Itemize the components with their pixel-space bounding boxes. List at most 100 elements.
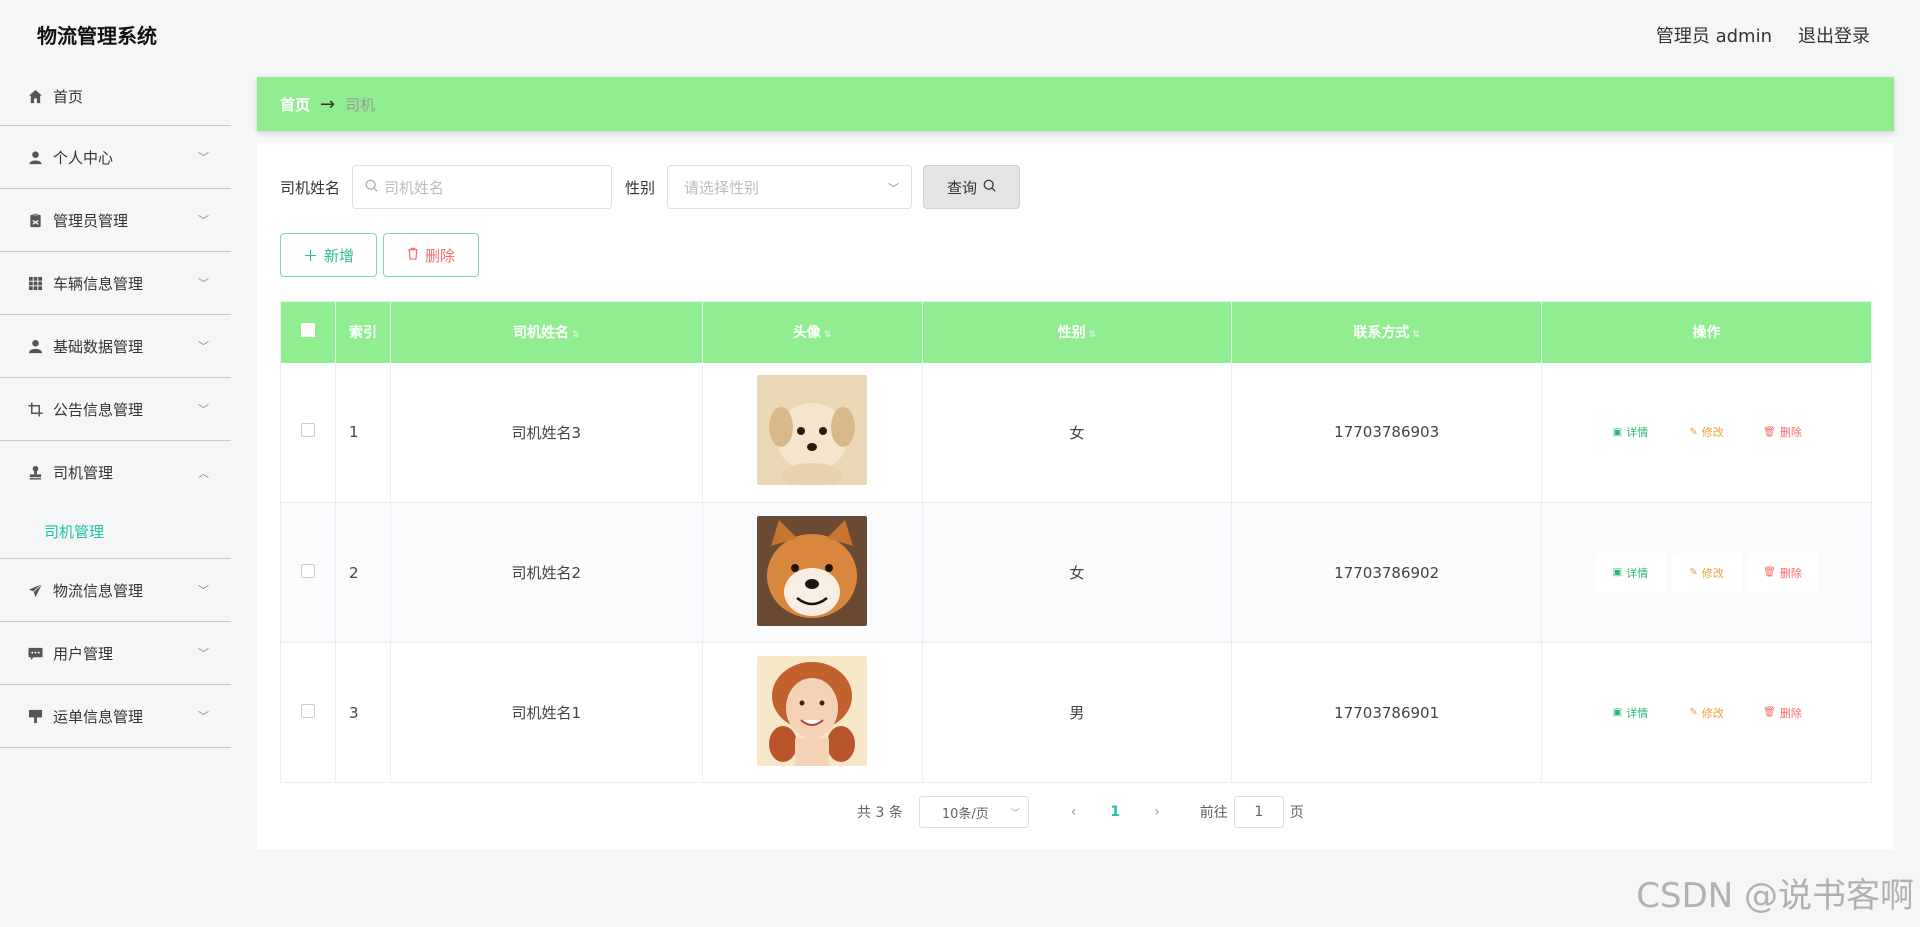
header-sex[interactable]: 性别 ⇅ bbox=[922, 301, 1233, 363]
goto-prefix: 前往 bbox=[1199, 805, 1228, 821]
add-button[interactable]: ＋ 新增 bbox=[280, 233, 377, 277]
chevron-down-icon: ﹀ bbox=[198, 647, 209, 660]
detail-button[interactable]: ▣ 详情 bbox=[1596, 412, 1666, 452]
add-button-label: 新增 bbox=[324, 246, 355, 265]
search-form: 司机姓名 司机姓名 性别 请选择性别 ﹀ 查询 bbox=[280, 165, 1021, 209]
puppy-photo[interactable] bbox=[757, 375, 868, 488]
sort-icon[interactable]: ⇅ bbox=[1089, 330, 1097, 340]
row-checkbox[interactable] bbox=[300, 563, 315, 578]
detail-button[interactable]: ▣ 详情 bbox=[1595, 552, 1666, 593]
row-ops: ▣ 详情 ✎ 修改 🗑 删除 bbox=[1541, 502, 1872, 643]
sidebar: 首页 个人中心 ﹀ 管理员管理 ﹀ 车辆信息管理 ﹀ 基础数据管理 ﹀ 公告信息… bbox=[0, 68, 231, 927]
document-icon: ▣ bbox=[1612, 567, 1623, 578]
sidebar-item-waybill[interactable]: 运单信息管理 ﹀ bbox=[0, 685, 231, 748]
chevron-down-icon: ﹀ bbox=[888, 182, 900, 195]
sidebar-item-basedata[interactable]: 基础数据管理 ﹀ bbox=[0, 315, 231, 378]
sidebar-item-label: 管理员管理 bbox=[53, 211, 129, 230]
row-phone: 17703786901 bbox=[1231, 642, 1543, 783]
table-header-row: 索引 司机姓名 ⇅ 头像 ⇅ 性别 ⇅ 联系方式 ⇅ 操作 bbox=[280, 301, 1872, 363]
goto-page-input[interactable]: 1 bbox=[1233, 796, 1284, 828]
row-avatar-cell bbox=[702, 502, 923, 643]
batch-delete-button[interactable]: 删除 bbox=[383, 233, 479, 277]
delete-button[interactable]: 🗑 删除 bbox=[1747, 552, 1818, 593]
sidebar-item-label: 用户管理 bbox=[53, 644, 114, 663]
header-phone[interactable]: 联系方式 ⇅ bbox=[1231, 301, 1543, 363]
edit-button[interactable]: ✎ 修改 bbox=[1672, 412, 1742, 452]
header-name[interactable]: 司机姓名 ⇅ bbox=[390, 301, 703, 363]
sidebar-item-label: 基础数据管理 bbox=[53, 337, 144, 356]
chevron-down-icon: ﹀ bbox=[198, 277, 209, 290]
plus-icon: ＋ bbox=[302, 246, 318, 265]
delete-label: 删除 bbox=[1779, 706, 1802, 720]
query-button[interactable]: 查询 bbox=[923, 165, 1021, 209]
sidebar-item-personal[interactable]: 个人中心 ﹀ bbox=[0, 126, 231, 189]
sex-select-placeholder: 请选择性别 bbox=[684, 178, 760, 197]
admin-label[interactable]: 管理员 admin bbox=[1656, 22, 1772, 48]
header-name-label: 司机姓名 bbox=[513, 325, 569, 342]
pencil-icon: ✎ bbox=[1689, 707, 1698, 718]
row-sex: 男 bbox=[922, 642, 1233, 783]
table-row: 3 司机姓名1 男 17703786901 ▣ 详情 ✎ 修改 🗑 删除 bbox=[280, 642, 1872, 783]
row-checkbox[interactable] bbox=[300, 423, 315, 438]
delete-label: 删除 bbox=[1779, 566, 1802, 580]
pagination-total: 共 3 条 bbox=[857, 805, 903, 821]
breadcrumb: 首页 → 司机 bbox=[257, 77, 1894, 131]
woman-photo[interactable] bbox=[757, 655, 868, 766]
sidebar-group-driver: 司机管理 ︿ 司机管理 bbox=[0, 441, 231, 559]
logout-button[interactable]: 退出登录 bbox=[1798, 22, 1870, 48]
row-checkbox[interactable] bbox=[300, 703, 315, 718]
delete-button[interactable]: 🗑 删除 bbox=[1748, 693, 1818, 733]
sort-icon[interactable]: ⇅ bbox=[572, 330, 580, 340]
sidebar-item-logistics[interactable]: 物流信息管理 ﹀ bbox=[0, 559, 231, 622]
easel-icon bbox=[27, 708, 43, 724]
chevron-down-icon: ﹀ bbox=[198, 710, 209, 723]
select-all-checkbox[interactable] bbox=[300, 323, 315, 338]
chevron-down-icon: ﹀ bbox=[198, 340, 209, 353]
sidebar-item-notice[interactable]: 公告信息管理 ﹀ bbox=[0, 378, 231, 441]
row-name: 司机姓名1 bbox=[390, 642, 703, 783]
document-icon: ▣ bbox=[1612, 707, 1623, 718]
sidebar-item-admin[interactable]: 管理员管理 ﹀ bbox=[0, 189, 231, 252]
sidebar-item-driver[interactable]: 司机管理 ︿ bbox=[0, 441, 231, 504]
sidebar-item-users[interactable]: 用户管理 ﹀ bbox=[0, 622, 231, 685]
grid-icon bbox=[27, 275, 43, 291]
header-avatar-label: 头像 bbox=[792, 325, 821, 342]
prev-page-button[interactable]: ‹ bbox=[1071, 804, 1077, 820]
sidebar-item-label: 首页 bbox=[53, 88, 84, 106]
driver-name-placeholder: 司机姓名 bbox=[384, 178, 445, 197]
page-number-current[interactable]: 1 bbox=[1110, 804, 1120, 820]
row-index: 2 bbox=[335, 502, 391, 643]
chevron-down-icon: ﹀ bbox=[198, 584, 209, 597]
next-page-button[interactable]: › bbox=[1154, 804, 1160, 820]
detail-button[interactable]: ▣ 详情 bbox=[1596, 693, 1666, 733]
sidebar-item-home[interactable]: 首页 bbox=[0, 68, 231, 126]
sex-select[interactable]: 请选择性别 ﹀ bbox=[667, 165, 913, 209]
person-icon bbox=[27, 338, 43, 354]
driver-name-input[interactable]: 司机姓名 bbox=[352, 165, 613, 209]
header-avatar[interactable]: 头像 ⇅ bbox=[702, 301, 923, 363]
search-icon bbox=[983, 179, 996, 196]
header-select-all[interactable] bbox=[280, 301, 336, 363]
sidebar-item-label: 公告信息管理 bbox=[53, 400, 144, 419]
trash-icon: 🗑 bbox=[1763, 707, 1776, 718]
breadcrumb-home[interactable]: 首页 bbox=[280, 94, 310, 115]
edit-button[interactable]: ✎ 修改 bbox=[1671, 552, 1742, 593]
page-size-select[interactable]: 10条/页 ﹀ bbox=[918, 796, 1029, 828]
header-phone-label: 联系方式 bbox=[1353, 325, 1410, 342]
detail-label: 详情 bbox=[1626, 706, 1649, 720]
sidebar-item-vehicle[interactable]: 车辆信息管理 ﹀ bbox=[0, 252, 231, 315]
delete-button[interactable]: 🗑 删除 bbox=[1748, 412, 1818, 452]
sidebar-subitem-driver-manage[interactable]: 司机管理 bbox=[0, 504, 231, 558]
edit-label: 修改 bbox=[1701, 426, 1724, 440]
row-avatar-cell bbox=[702, 362, 923, 503]
shiba-photo[interactable] bbox=[757, 515, 868, 626]
pencil-icon: ✎ bbox=[1689, 426, 1698, 438]
sort-icon[interactable]: ⇅ bbox=[1412, 330, 1420, 340]
breadcrumb-current: 司机 bbox=[345, 95, 376, 114]
edit-button[interactable]: ✎ 修改 bbox=[1672, 693, 1742, 733]
sort-icon[interactable]: ⇅ bbox=[824, 330, 832, 340]
row-phone: 17703786903 bbox=[1231, 362, 1543, 503]
chevron-down-icon: ﹀ bbox=[1010, 809, 1020, 819]
main-panel: 司机姓名 司机姓名 性别 请选择性别 ﹀ 查询 ＋ 新增 删除 索引 司机姓名 … bbox=[257, 143, 1894, 849]
chevron-down-icon: ﹀ bbox=[198, 403, 209, 416]
